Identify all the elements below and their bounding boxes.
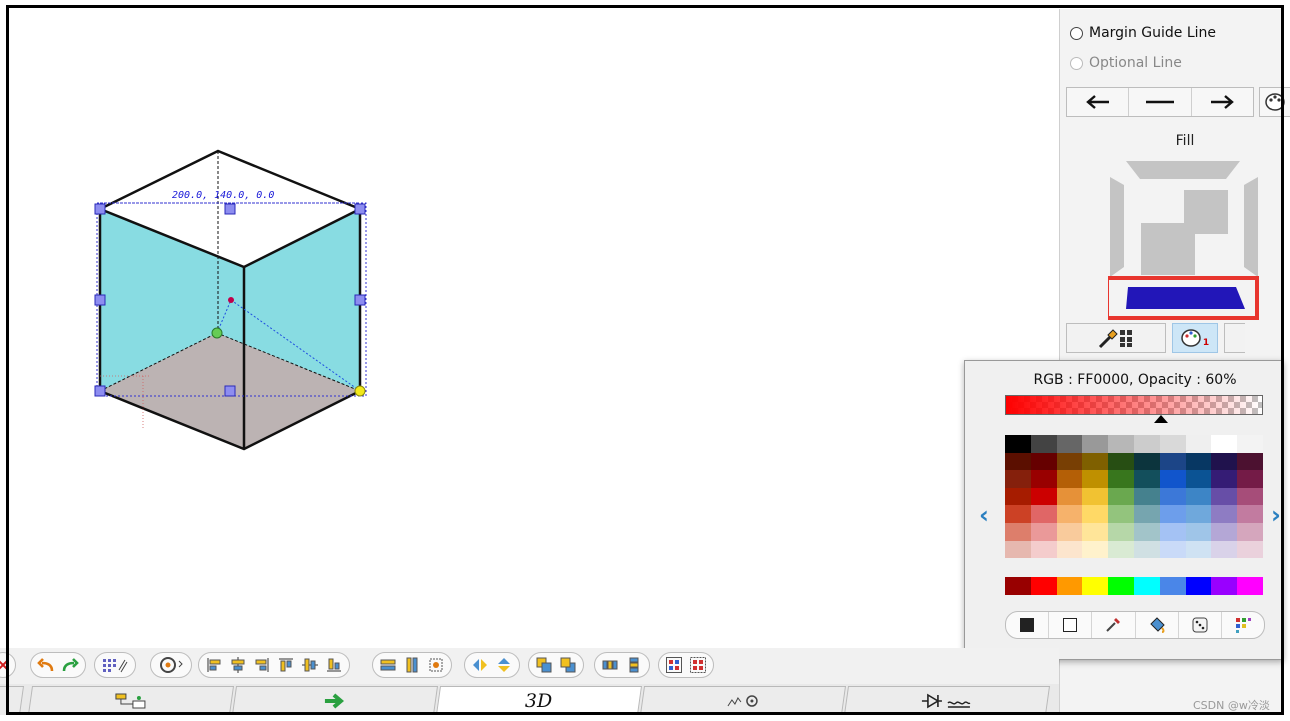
window-frame <box>6 5 1284 715</box>
watermark-text: CSDN @w冷淡 <box>1193 699 1270 712</box>
